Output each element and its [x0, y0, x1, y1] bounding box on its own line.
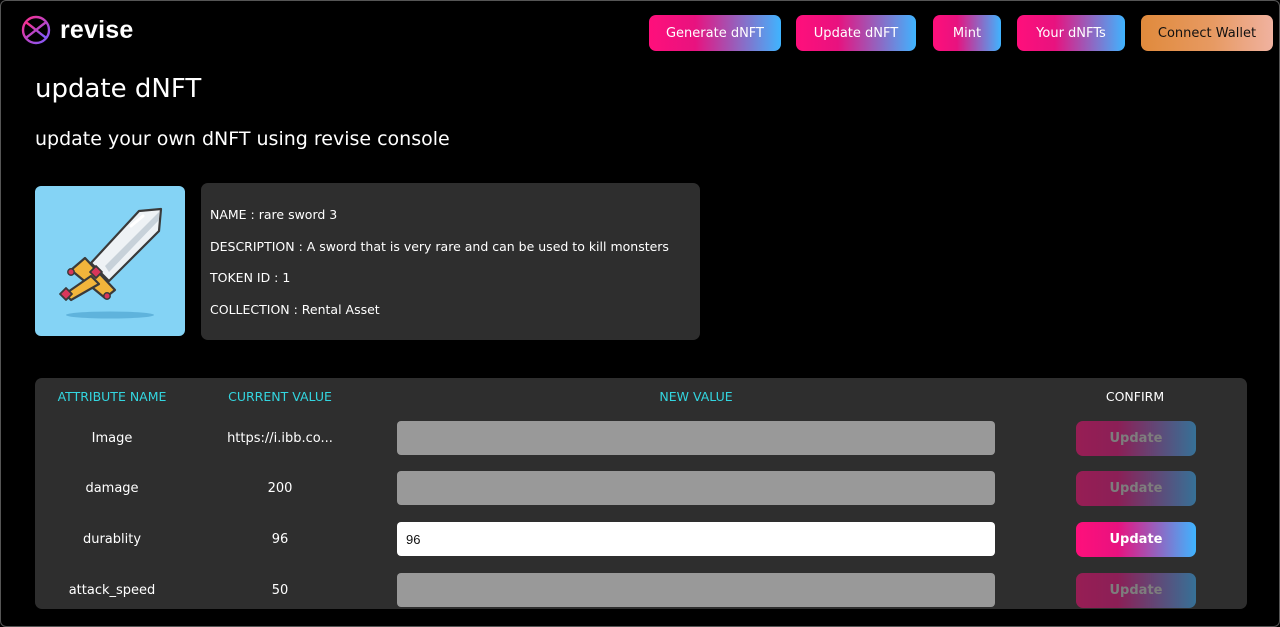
new-value-input[interactable] — [397, 421, 995, 455]
revise-logo-icon — [21, 15, 51, 45]
table-row: durablity 96 Update — [35, 522, 1247, 557]
table-row: attack_speed 50 Update — [35, 573, 1247, 608]
page-title: update dNFT — [35, 74, 202, 104]
header-current-value: CURRENT VALUE — [228, 389, 332, 404]
attributes-table: ATTRIBUTE NAME CURRENT VALUE NEW VALUE C… — [35, 378, 1247, 609]
update-button[interactable]: Update — [1076, 421, 1196, 456]
current-value: 200 — [267, 480, 293, 496]
header-confirm: CONFIRM — [1105, 389, 1165, 404]
nft-token-id: TOKEN ID : 1 — [210, 270, 291, 285]
current-value: https://i.ibb.co... — [227, 430, 333, 446]
header-new-value: NEW VALUE — [659, 389, 733, 404]
brand-logo[interactable]: revise — [20, 14, 134, 46]
attribute-name: attack_speed — [68, 582, 156, 598]
table-row: Image https://i.ibb.co... Update — [35, 421, 1247, 456]
page-subtitle: update your own dNFT using revise consol… — [35, 128, 450, 150]
nft-description: DESCRIPTION : A sword that is very rare … — [210, 238, 669, 254]
attribute-name: durablity — [82, 531, 142, 547]
update-button[interactable]: Update — [1076, 522, 1196, 557]
new-value-input[interactable] — [397, 573, 995, 607]
attribute-name: damage — [85, 480, 139, 496]
brand-name: revise — [60, 15, 134, 44]
generate-dnft-button[interactable]: Generate dNFT — [649, 15, 781, 51]
nft-info-card: NAME : rare sword 3 DESCRIPTION : A swor… — [201, 183, 700, 340]
header-attribute-name: ATTRIBUTE NAME — [57, 389, 167, 404]
connect-wallet-button[interactable]: Connect Wallet — [1141, 15, 1273, 51]
current-value: 96 — [271, 531, 289, 547]
attribute-name: Image — [91, 430, 133, 446]
update-button[interactable]: Update — [1076, 573, 1196, 608]
mint-button[interactable]: Mint — [933, 15, 1001, 51]
sword-illustration-icon — [59, 207, 163, 319]
new-value-input[interactable] — [397, 471, 995, 505]
current-value: 50 — [271, 582, 289, 598]
nft-name: NAME : rare sword 3 — [210, 207, 338, 222]
update-button[interactable]: Update — [1076, 471, 1196, 506]
new-value-input[interactable] — [397, 522, 995, 556]
update-dnft-button[interactable]: Update dNFT — [796, 15, 916, 51]
nft-image — [35, 186, 185, 336]
table-row: damage 200 Update — [35, 471, 1247, 506]
nft-collection: COLLECTION : Rental Asset — [210, 301, 380, 317]
your-dnfts-button[interactable]: Your dNFTs — [1017, 15, 1125, 51]
